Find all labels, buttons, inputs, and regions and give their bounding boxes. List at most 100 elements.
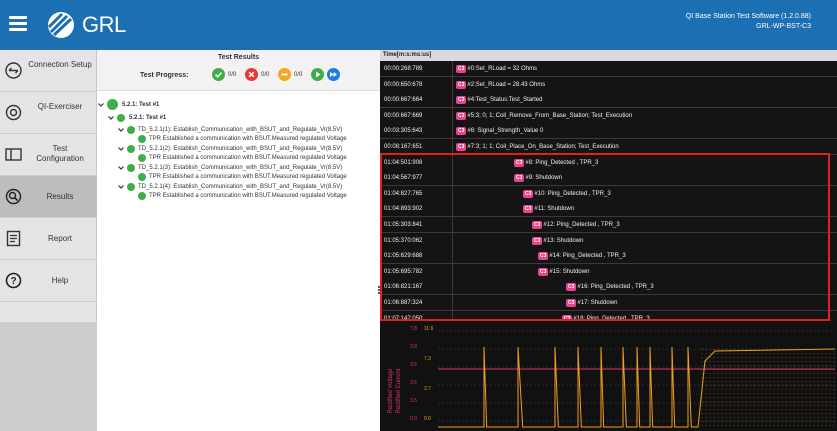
log-message: C3 #17: Shutdown xyxy=(566,295,617,311)
log-row[interactable]: 01:04:827:765 C3 #10: Ping_Detected , TPR_… xyxy=(380,185,837,202)
tree-row-detail: TPR Established a communication with BSU… xyxy=(97,134,380,144)
log-message: C3 #6: Signal_Strength_Value 0 xyxy=(456,123,543,139)
fail-count: 0/0 xyxy=(261,72,270,78)
tree-row-test[interactable]: 5.2.1: Test #1 xyxy=(97,113,380,123)
log-row[interactable]: 01:04:567:977 C3 #9: Shutdown xyxy=(380,170,837,187)
log-divider xyxy=(452,185,453,202)
splitter-handle[interactable] xyxy=(378,285,381,299)
log-time: 00:03:305:643 xyxy=(384,128,423,135)
tick-label: 3.5 xyxy=(410,362,417,368)
tick-label: 3.5 xyxy=(410,398,417,404)
log-message-text: #11: Shutdown xyxy=(534,206,574,213)
log-divider xyxy=(452,107,453,124)
log-divider xyxy=(452,123,453,140)
menu-icon[interactable] xyxy=(9,16,27,32)
sidebar-item-label: Connection Setup xyxy=(28,60,92,69)
c3-tag: C3 xyxy=(566,283,577,292)
sidebar-item-label: Results xyxy=(46,192,74,201)
pass-icon xyxy=(127,164,135,172)
log-row[interactable]: 00:00:268:789 C3 #0:Set_RLoad = 32 Ohms xyxy=(380,61,837,77)
c3-tag: C3 xyxy=(532,221,543,229)
log-message: C3 #15: Shutdown xyxy=(538,264,589,280)
tick-label: 3.5 xyxy=(410,380,417,386)
c3-tag: C3 xyxy=(456,96,467,105)
fast-forward-icon[interactable] xyxy=(327,68,340,81)
log-row[interactable]: 00:00:667:664 C3 #4:Test_Status:Test_Start… xyxy=(380,92,837,109)
pass-icon xyxy=(138,154,146,162)
c3-tag: C3 xyxy=(523,205,534,214)
sidebar-item-label: Test Configuration xyxy=(36,144,84,163)
log-message: C3 #16: Ping_Detected , TPR_3 xyxy=(566,279,654,295)
log-time: 00:00:650:678 xyxy=(384,81,423,88)
test-progress-label: Test Progress: xyxy=(140,72,189,79)
sidebar-item-connection-setup[interactable]: Connection Setup xyxy=(0,50,97,92)
run-icon[interactable] xyxy=(311,68,324,81)
sidebar-item-results[interactable]: Results xyxy=(0,176,97,218)
log-row[interactable]: 01:05:370:062 C3 #13: Shutdown xyxy=(380,232,837,249)
sidebar-item-test-configuration[interactable]: Test Configuration xyxy=(0,134,97,176)
sidebar-item-qi-exerciser[interactable]: QI-Exerciser xyxy=(0,92,97,134)
log-message: C3 #8: Ping_Detected , TPR_3 xyxy=(514,155,598,171)
log-message-text: #15: Shutdown xyxy=(549,268,590,275)
log-divider xyxy=(452,263,453,280)
log-message: C3 #10: Ping_Detected , TPR_3 xyxy=(523,186,611,202)
sidebar-item-report[interactable]: Report xyxy=(0,218,97,260)
log-row[interactable]: 00:08:167:651 C3 #7:3; 1; 1; Coil_Place_On… xyxy=(380,139,837,155)
log-row[interactable]: 01:05:695:782 C3 #15: Shutdown xyxy=(380,263,837,280)
log-divider xyxy=(452,201,453,218)
log-message: C3 #14: Ping_Detected , TPR_3 xyxy=(538,248,626,264)
log-time: 00:08:167:651 xyxy=(384,144,423,150)
log-message-text: #17: Shutdown xyxy=(577,300,618,306)
log-row[interactable]: 01:06:821:167 C3 #16: Ping_Detected , TPR_… xyxy=(380,279,837,296)
log-divider xyxy=(452,295,453,311)
tree-row-root[interactable]: 5.2.1: Test #1 xyxy=(97,99,380,110)
tree-row-detail: TPR Established a communication with BSU… xyxy=(97,172,380,182)
log-time: 01:04:567:977 xyxy=(384,175,423,182)
c3-tag: C3 xyxy=(456,111,467,120)
chevron-down-icon[interactable] xyxy=(107,113,115,123)
chevron-down-icon[interactable] xyxy=(97,100,105,110)
sidebar: Connection Setup QI-Exerciser Test Confi… xyxy=(0,50,97,431)
log-row[interactable]: 00:00:667:669 C3 #5:3; 0; 1; Coil_Remove_F… xyxy=(380,107,837,124)
c3-tag: C3 xyxy=(514,158,525,167)
grl-logo-icon xyxy=(47,12,74,38)
log-column-header: Time[m:s:ms:us] xyxy=(380,50,837,61)
test-case-detail: TPR Established a communication with BSU… xyxy=(149,136,347,142)
sidebar-item-help[interactable]: ? Help xyxy=(0,260,97,302)
log-time: 01:05:370:062 xyxy=(384,237,423,244)
log-row[interactable]: 01:06:887:324 C3 #17: Shutdown xyxy=(380,295,837,311)
tick-label: 0.0 xyxy=(410,416,417,422)
log-row[interactable]: 00:03:305:643 C3 #6: Signal_Strength_Value… xyxy=(380,123,837,140)
log-row[interactable]: 01:05:629:688 C3 #14: Ping_Detected , TPR_… xyxy=(380,248,837,265)
log-divider xyxy=(452,232,453,249)
tree-row-detail: TPR Established a communication with BSU… xyxy=(97,191,380,201)
test-case-detail: TPR Established a communication with BSU… xyxy=(149,155,347,161)
log-divider xyxy=(452,248,453,265)
log-message-text: #16: Ping_Detected , TPR_3 xyxy=(577,284,654,291)
sidebar-empty-area xyxy=(0,322,97,431)
log-message-text: #10: Ping_Detected , TPR_3 xyxy=(534,190,611,197)
log-row[interactable]: 00:00:650:678 C3 #2:Set_RLoad = 28.43 Ohms xyxy=(380,76,837,93)
log-row[interactable]: 01:05:303:841 C3 #12: Ping_Detected , TPR_… xyxy=(380,217,837,233)
connection-icon xyxy=(5,62,22,79)
tree-root-label: 5.2.1: Test #1 xyxy=(122,102,160,108)
log-row[interactable]: 01:04:893:902 C3 #11: Shutdown xyxy=(380,201,837,218)
pass-count: 0/0 xyxy=(228,72,237,78)
c3-tag: C3 xyxy=(456,127,467,136)
log-message: C3 #2:Set_RLoad = 28.43 Ohms xyxy=(456,77,545,93)
sidebar-item-label: Report xyxy=(47,234,72,243)
software-model: GRL-WP-BST-C3 xyxy=(756,23,811,30)
help-icon: ? xyxy=(5,272,22,289)
configuration-icon xyxy=(5,148,22,161)
tick-label: 0.0 xyxy=(424,416,431,422)
c3-tag: C3 xyxy=(456,143,467,151)
log-time: 01:04:893:902 xyxy=(384,206,423,213)
chart-background xyxy=(380,321,837,431)
log-time: 01:06:887:324 xyxy=(384,300,423,306)
tick-label: 7.8 xyxy=(410,326,417,332)
log-row[interactable]: 01:04:501:908 C3 #8: Ping_Detected , TPR_3 xyxy=(380,154,837,171)
log-message-text: #13: Shutdown xyxy=(543,237,584,244)
pass-icon xyxy=(127,183,135,191)
pass-icon xyxy=(117,114,125,122)
log-divider xyxy=(452,61,453,77)
